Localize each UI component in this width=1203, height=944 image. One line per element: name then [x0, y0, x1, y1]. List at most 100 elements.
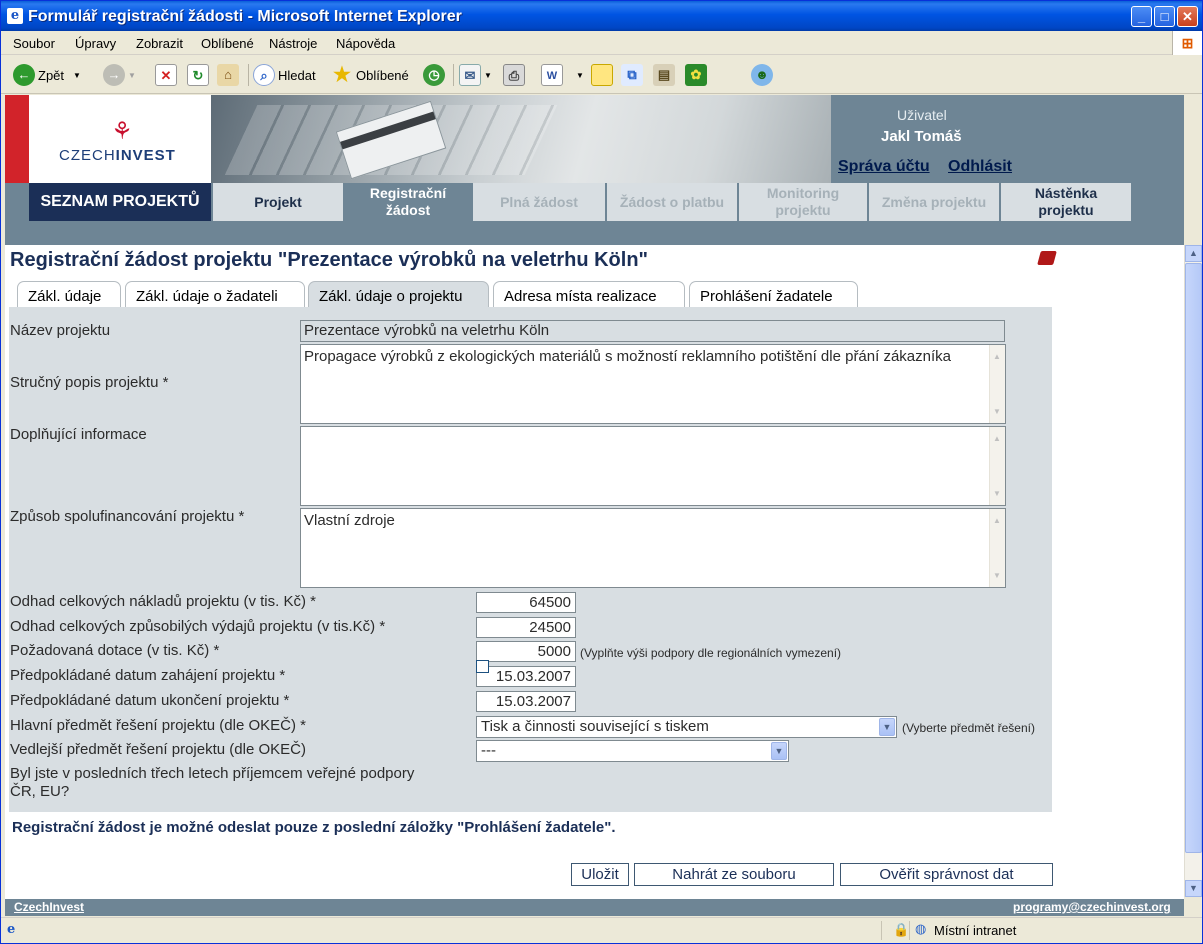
close-button[interactable]: ✕ — [1177, 6, 1198, 27]
chevron-down-icon[interactable]: ▼ — [879, 718, 895, 736]
tab-udaje-o-zadateli[interactable]: Zákl. údaje o žadateli — [125, 281, 305, 307]
ie-icon: e — [7, 8, 23, 24]
czechinvest-logo[interactable]: ⚘ CZECHINVEST — [29, 95, 211, 183]
side-subject-select[interactable]: --- ▼ — [476, 740, 789, 762]
status-bar: e 🔒 ◍ Místní intranet — [1, 917, 1202, 943]
end-date-input[interactable]: 15.03.2007 — [476, 691, 576, 712]
menu-zobrazit[interactable]: Zobrazit — [136, 36, 183, 51]
textarea-scrollbar[interactable] — [989, 427, 1005, 505]
nav-plna-zadost: Plná žádost — [473, 183, 605, 221]
back-button[interactable]: ← Zpět ▼ — [13, 62, 81, 88]
extra-info-label: Doplňující informace — [10, 426, 147, 443]
tab-udaje-o-projektu[interactable]: Zákl. údaje o projektu — [308, 281, 489, 308]
save-button[interactable]: Uložit — [571, 863, 629, 886]
project-desc-textarea[interactable]: Propagace výrobků z ekologických materiá… — [300, 344, 1006, 424]
eligible-cost-input[interactable]: 24500 — [476, 617, 576, 638]
help-book-icon[interactable] — [1037, 251, 1057, 265]
forward-dropdown-icon[interactable]: ▼ — [128, 71, 136, 80]
scroll-thumb[interactable] — [1185, 263, 1202, 853]
total-cost-input[interactable]: 64500 — [476, 592, 576, 613]
share-button[interactable]: ⧉ — [621, 62, 643, 88]
page-scrollbar[interactable]: ▲ ▼ — [1184, 245, 1202, 897]
research-button[interactable]: ▤ — [653, 62, 675, 88]
menu-oblibene[interactable]: Oblíbené — [201, 36, 254, 51]
main-subject-hint: (Vyberte předmět řešení) — [902, 721, 1035, 735]
minimize-button[interactable]: _ — [1131, 6, 1152, 27]
edit-button[interactable]: W ▼ — [541, 62, 584, 88]
side-subject-value: --- — [481, 742, 496, 759]
mail-dropdown-icon[interactable]: ▼ — [484, 71, 492, 80]
footer-czechinvest-link[interactable]: CzechInvest — [14, 900, 84, 914]
favorites-button[interactable]: ★ Oblíbené — [331, 62, 409, 88]
grant-hint: (Vyplňte výši podpory dle regionálních v… — [580, 646, 842, 660]
extra-info-textarea[interactable] — [300, 426, 1006, 506]
favorites-label: Oblíbené — [356, 67, 409, 83]
project-desc-text: Propagace výrobků z ekologických materiá… — [304, 348, 951, 365]
textarea-scrollbar[interactable] — [989, 509, 1005, 587]
account-link[interactable]: Správa účtu — [838, 158, 930, 176]
note-icon — [591, 64, 613, 86]
menu-upravy[interactable]: Úpravy — [75, 36, 116, 51]
grant-input[interactable]: 5000 — [476, 641, 576, 662]
messenger-button[interactable]: ☻ — [751, 62, 773, 88]
nav-projekt[interactable]: Projekt — [213, 183, 343, 221]
nav-monitoring: Monitoring projektu — [739, 183, 867, 221]
submit-notice: Registrační žádost je možné odeslat pouz… — [12, 819, 616, 836]
discuss-button[interactable] — [591, 62, 613, 88]
cofinancing-textarea[interactable]: Vlastní zdroje — [300, 508, 1006, 588]
forward-button[interactable]: → ▼ — [103, 62, 136, 88]
maximize-button[interactable]: □ — [1154, 6, 1175, 27]
tab-zakl-udaje[interactable]: Zákl. údaje — [17, 281, 121, 307]
menu-napoveda[interactable]: Nápověda — [336, 36, 395, 51]
validate-button[interactable]: Ověřit správnost dat — [840, 863, 1053, 886]
browser-window: e Formulář registrační žádosti - Microso… — [0, 0, 1203, 944]
menu-bar: Soubor Úpravy Zobrazit Oblíbené Nástroje… — [1, 31, 1202, 55]
search-button[interactable]: ⌕ Hledat — [253, 62, 316, 88]
search-label: Hledat — [278, 67, 316, 83]
scroll-up-icon[interactable]: ▲ — [1185, 245, 1202, 262]
scroll-down-icon[interactable]: ▼ — [1185, 880, 1202, 897]
menu-soubor[interactable]: Soubor — [13, 36, 55, 51]
tab-adresa-realizace[interactable]: Adresa místa realizace — [493, 281, 685, 307]
page-title: Registrační žádost projektu "Prezentace … — [10, 249, 649, 271]
search-icon: ⌕ — [253, 64, 275, 86]
footer-email-link[interactable]: programy@czechinvest.org — [1013, 900, 1171, 914]
chevron-down-icon[interactable]: ▼ — [771, 742, 787, 760]
toolbar-separator — [248, 64, 249, 86]
main-subject-select[interactable]: Tisk a činnosti související s tiskem ▼ — [476, 716, 897, 738]
edit-dropdown-icon[interactable]: ▼ — [576, 71, 584, 80]
tab-prohlaseni-zadatele[interactable]: Prohlášení žadatele — [689, 281, 858, 307]
home-icon: ⌂ — [217, 64, 239, 86]
stop-icon: ✕ — [155, 64, 177, 86]
grant-label: Požadovaná dotace (v tis. Kč) * — [10, 642, 220, 659]
nav-zadost-o-platbu: Žádost o platbu — [607, 183, 737, 221]
nav-project-list[interactable]: SEZNAM PROJEKTŮ — [29, 183, 211, 221]
logout-link[interactable]: Odhlásit — [948, 158, 1012, 176]
mail-button[interactable]: ✉ ▼ — [459, 62, 492, 88]
back-arrow-icon: ← — [13, 64, 35, 86]
nav-nastenka[interactable]: Nástěnka projektu — [1001, 183, 1131, 221]
total-cost-label: Odhad celkových nákladů projektu (v tis.… — [10, 593, 316, 610]
back-label: Zpět — [38, 67, 65, 83]
public-support-checkbox[interactable] — [476, 660, 489, 673]
menu-nastroje[interactable]: Nástroje — [269, 36, 317, 51]
project-desc-label: Stručný popis projektu * — [10, 374, 169, 391]
history-icon: ◷ — [423, 64, 445, 86]
print-button[interactable]: ⎙ — [503, 62, 525, 88]
toolbar-separator — [453, 64, 454, 86]
nav-registracni-zadost[interactable]: Registrační žádost — [343, 183, 473, 221]
textarea-scrollbar[interactable] — [989, 345, 1005, 423]
back-dropdown-icon[interactable]: ▼ — [73, 71, 81, 80]
stop-button[interactable]: ✕ — [155, 62, 177, 88]
home-button[interactable]: ⌂ — [217, 62, 239, 88]
history-button[interactable]: ◷ — [423, 62, 445, 88]
status-pane — [881, 921, 882, 940]
start-date-input[interactable]: 15.03.2007 — [476, 666, 576, 687]
refresh-button[interactable]: ↻ — [187, 62, 209, 88]
main-subject-label: Hlavní předmět řešení projektu (dle OKEČ… — [10, 717, 306, 734]
icq-button[interactable]: ✿ — [685, 62, 707, 88]
main-subject-value: Tisk a činnosti související s tiskem — [481, 718, 709, 735]
mail-icon: ✉ — [459, 64, 481, 86]
load-from-file-button[interactable]: Nahrát ze souboru — [634, 863, 834, 886]
nav-zmena-projektu: Změna projektu — [869, 183, 999, 221]
